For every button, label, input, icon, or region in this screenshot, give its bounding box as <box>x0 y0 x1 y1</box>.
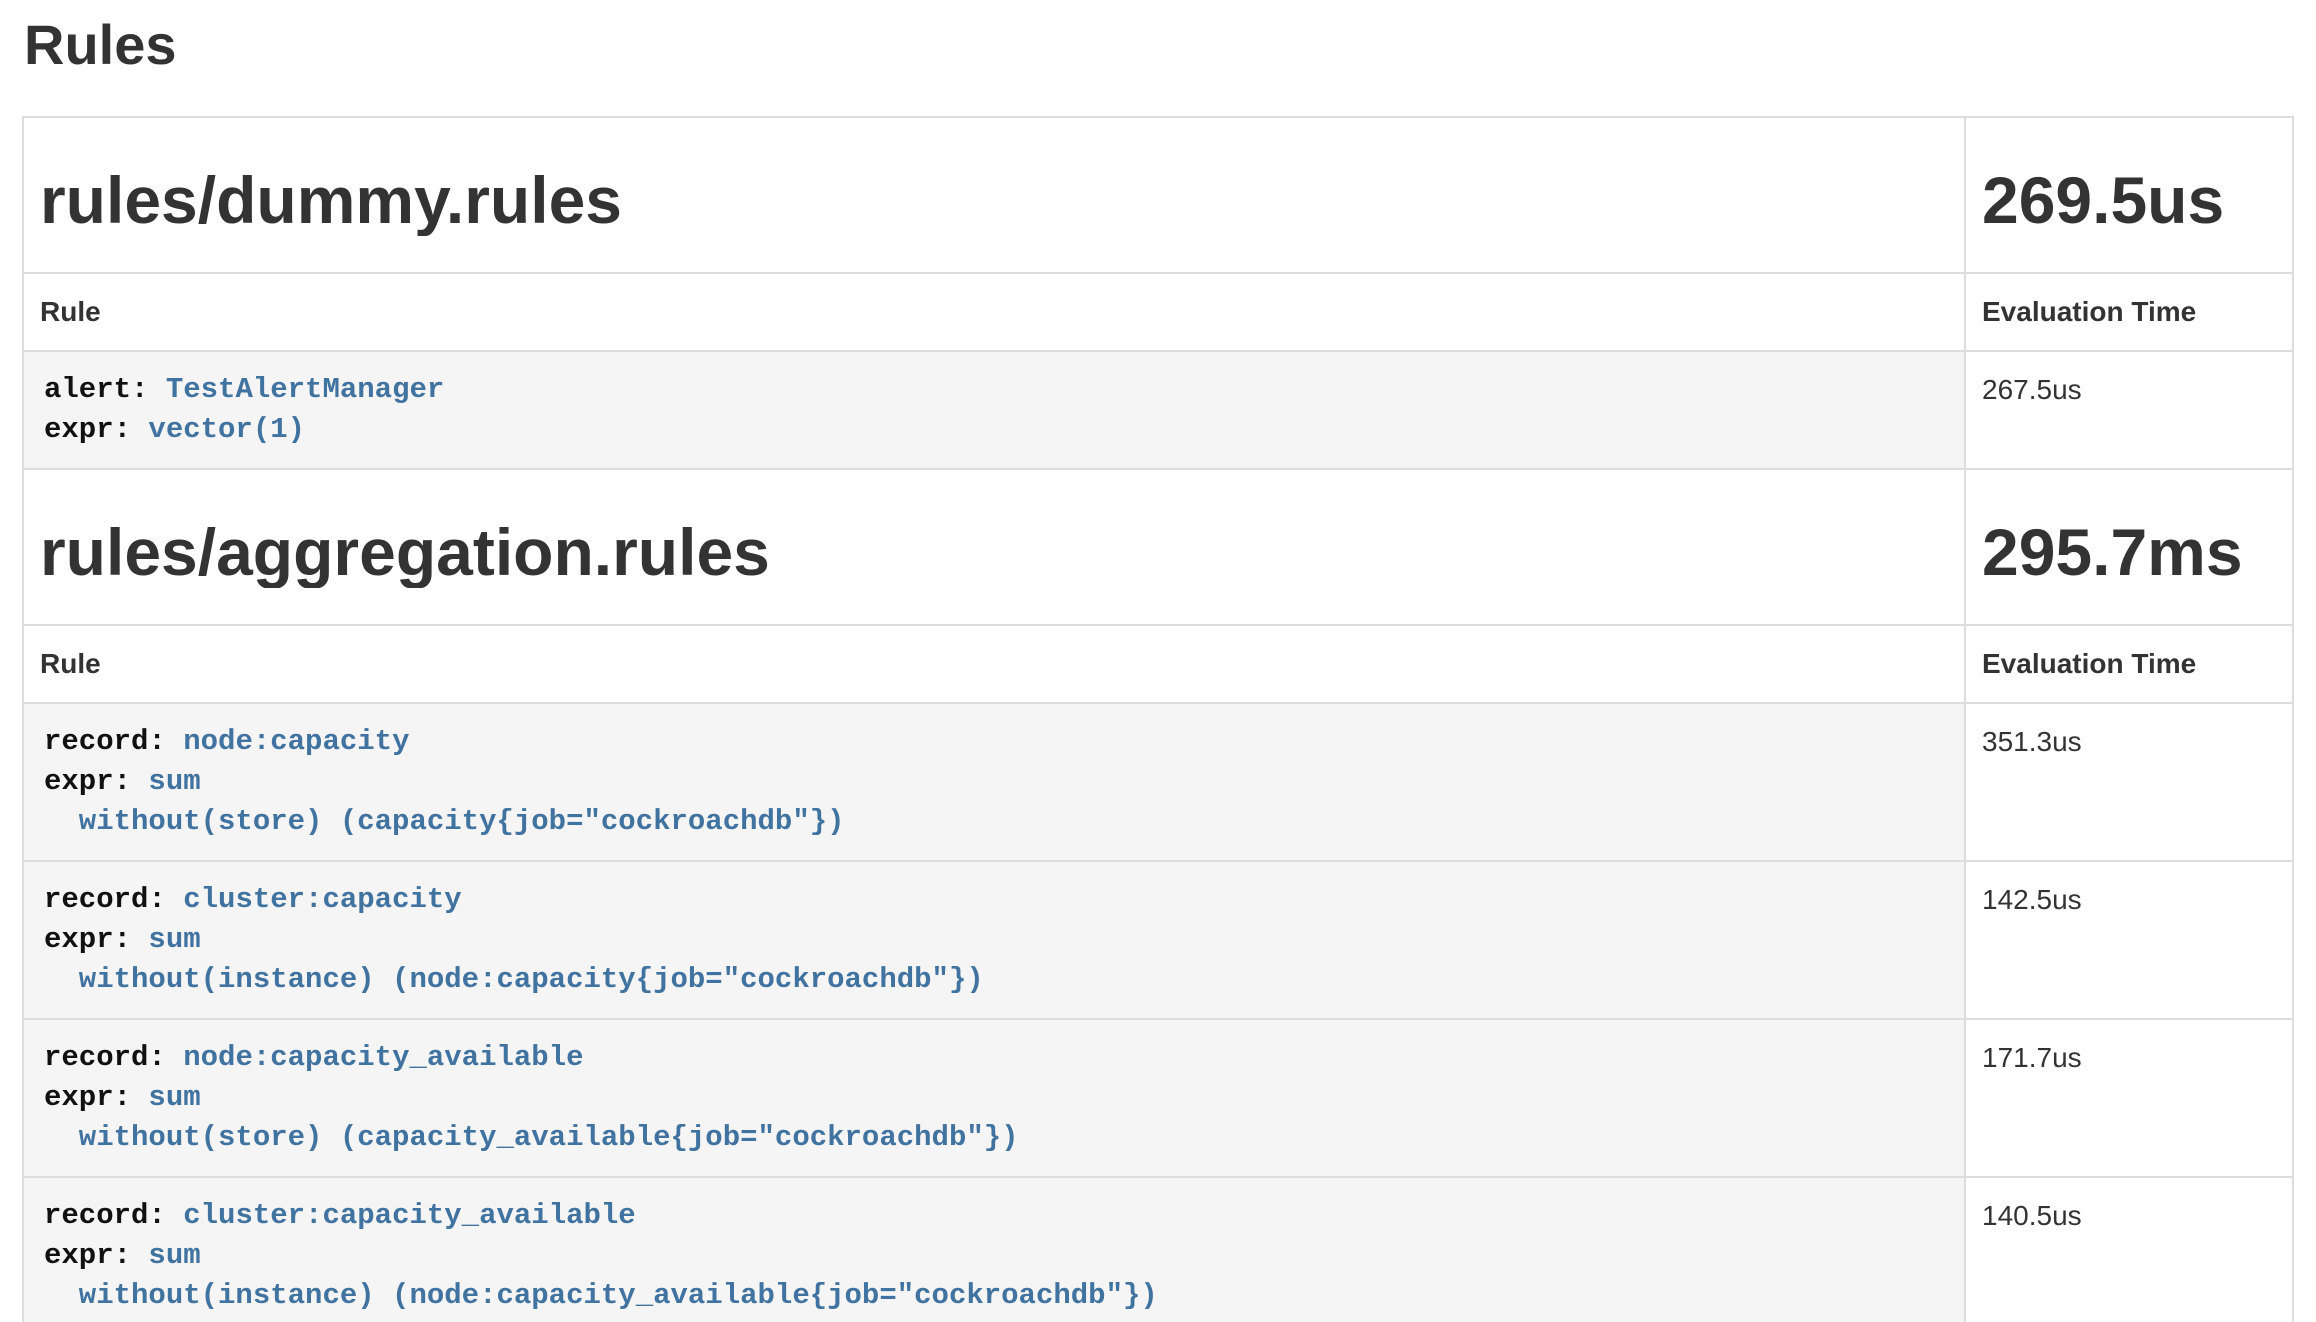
code-label: expr: <box>44 1239 148 1272</box>
column-header-rule: Rule <box>23 625 1965 703</box>
rule-row: alert: TestAlertManager expr: vector(1) 2… <box>23 351 2293 469</box>
rule-link[interactable]: sum <box>148 1239 200 1272</box>
rule-group-eval-cell: 295.7ms <box>1965 469 2293 625</box>
rule-link[interactable]: node:capacity <box>183 725 409 758</box>
code-label: record: <box>44 725 183 758</box>
rule-row: record: cluster:capacity_available expr:… <box>23 1177 2293 1322</box>
column-header-rule: Rule <box>23 273 1965 351</box>
rule-row: record: cluster:capacity expr: sum witho… <box>23 861 2293 1019</box>
column-header-row: RuleEvaluation Time <box>23 625 2293 703</box>
rule-group-header-row: rules/aggregation.rules 295.7ms <box>23 469 2293 625</box>
rule-group-name-cell: rules/dummy.rules <box>23 117 1965 273</box>
column-header-eval: Evaluation Time <box>1965 625 2293 703</box>
rule-code: alert: TestAlertManager expr: vector(1) <box>44 370 1944 450</box>
rule-link[interactable]: sum <box>148 923 200 956</box>
rule-link[interactable]: node:capacity_available <box>183 1041 583 1074</box>
rule-evaluation-time: 140.5us <box>1965 1177 2293 1322</box>
rule-evaluation-time: 142.5us <box>1965 861 2293 1019</box>
rule-link[interactable]: without(store) (capacity_available{job="… <box>44 1121 1019 1154</box>
rule-code: record: node:capacity expr: sum without(… <box>44 722 1944 842</box>
code-label: expr: <box>44 923 148 956</box>
rule-link[interactable]: without(store) (capacity{job="cockroachd… <box>44 805 845 838</box>
column-header-eval: Evaluation Time <box>1965 273 2293 351</box>
rule-code: record: node:capacity_available expr: su… <box>44 1038 1944 1158</box>
rule-evaluation-time: 267.5us <box>1965 351 2293 469</box>
rule-evaluation-time: 171.7us <box>1965 1019 2293 1177</box>
rule-code-cell: alert: TestAlertManager expr: vector(1) <box>23 351 1965 469</box>
rule-code-cell: record: cluster:capacity expr: sum witho… <box>23 861 1965 1019</box>
rule-group-header-row: rules/dummy.rules 269.5us <box>23 117 2293 273</box>
page-title: Rules <box>24 14 2294 76</box>
code-label: record: <box>44 1041 183 1074</box>
rule-evaluation-time: 351.3us <box>1965 703 2293 861</box>
rule-row: record: node:capacity expr: sum without(… <box>23 703 2293 861</box>
rule-group-evaluation-time: 269.5us <box>1982 164 2276 236</box>
rule-link[interactable]: TestAlertManager <box>166 373 444 406</box>
rule-group-name: rules/aggregation.rules <box>40 516 1948 588</box>
rule-group-eval-cell: 269.5us <box>1965 117 2293 273</box>
rule-link[interactable]: sum <box>148 765 200 798</box>
rule-code-cell: record: node:capacity_available expr: su… <box>23 1019 1965 1177</box>
rule-link[interactable]: without(instance) (node:capacity_availab… <box>44 1279 1158 1312</box>
code-label: alert: <box>44 373 166 406</box>
rule-link[interactable]: cluster:capacity <box>183 883 461 916</box>
rule-code-cell: record: cluster:capacity_available expr:… <box>23 1177 1965 1322</box>
rules-page: Rules rules/dummy.rules269.5usRuleEvalua… <box>0 14 2316 1322</box>
rule-code: record: cluster:capacity_available expr:… <box>44 1196 1944 1316</box>
rule-link[interactable]: without(instance) (node:capacity{job="co… <box>44 963 984 996</box>
column-header-row: RuleEvaluation Time <box>23 273 2293 351</box>
code-label: expr: <box>44 413 148 446</box>
rule-link[interactable]: vector(1) <box>148 413 305 446</box>
rule-code-cell: record: node:capacity expr: sum without(… <box>23 703 1965 861</box>
code-label: expr: <box>44 1081 148 1114</box>
rule-row: record: node:capacity_available expr: su… <box>23 1019 2293 1177</box>
rules-table: rules/dummy.rules269.5usRuleEvaluation T… <box>22 116 2294 1322</box>
code-label: record: <box>44 1199 183 1232</box>
rule-link[interactable]: sum <box>148 1081 200 1114</box>
rule-link[interactable]: cluster:capacity_available <box>183 1199 635 1232</box>
rule-group-name-cell: rules/aggregation.rules <box>23 469 1965 625</box>
rule-group-name: rules/dummy.rules <box>40 164 1948 236</box>
rule-group-evaluation-time: 295.7ms <box>1982 516 2276 588</box>
rule-code: record: cluster:capacity expr: sum witho… <box>44 880 1944 1000</box>
code-label: record: <box>44 883 183 916</box>
code-label: expr: <box>44 765 148 798</box>
